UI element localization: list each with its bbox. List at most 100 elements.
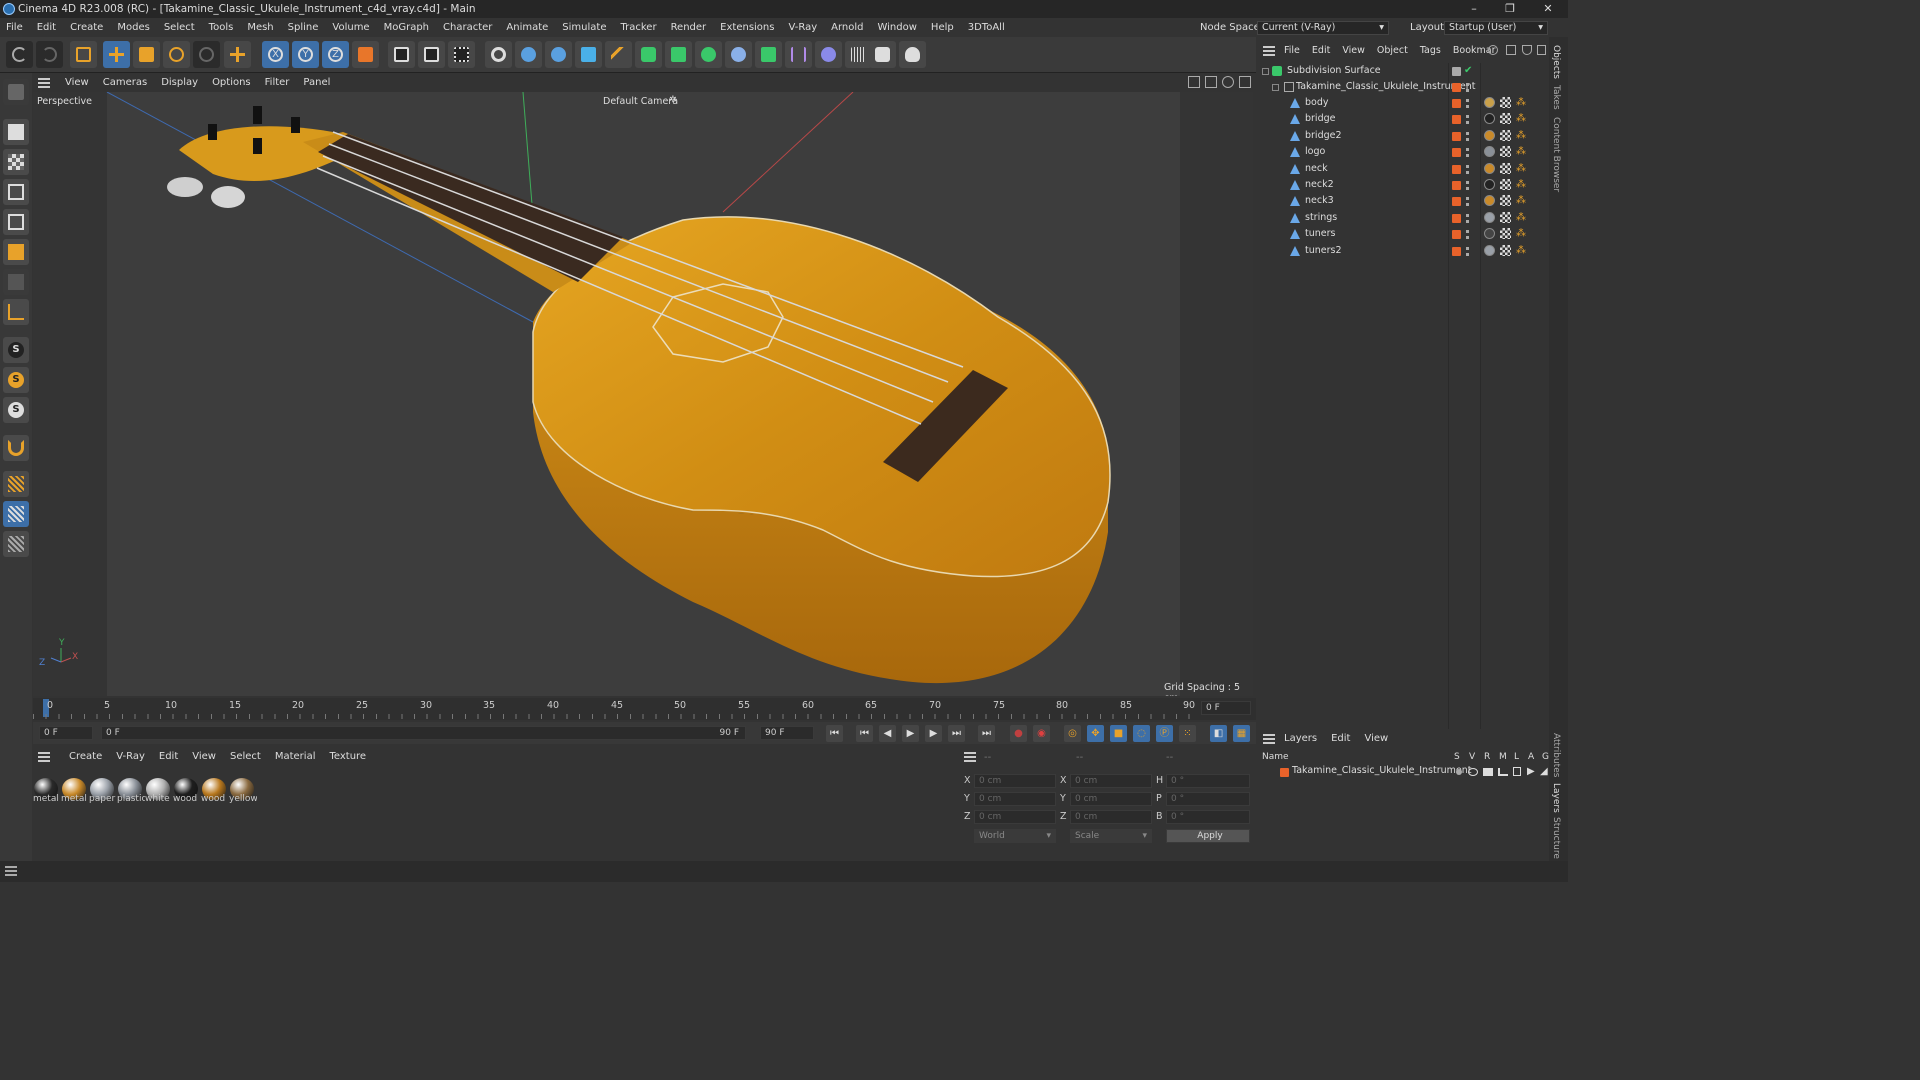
layer-menu-view[interactable]: View	[1364, 733, 1388, 744]
goto-end-button[interactable]: ⏭	[978, 725, 995, 742]
layer-color-icon[interactable]	[1452, 181, 1461, 190]
menu-mograph[interactable]: MoGraph	[384, 22, 429, 33]
phong-tag-icon[interactable]: ⁂	[1516, 179, 1527, 190]
material-tag-icon[interactable]	[1484, 179, 1495, 190]
scene-button[interactable]	[815, 41, 842, 68]
snap-button[interactable]: S	[3, 337, 29, 363]
next-frame-button[interactable]: ▶	[925, 725, 942, 742]
status-menu-icon[interactable]	[5, 866, 17, 876]
keyframe-selection-button[interactable]: ◎	[1064, 725, 1081, 742]
object-row-neck2[interactable]: neck2 ⁂	[1258, 177, 1548, 193]
visibility-dots-icon[interactable]	[1466, 130, 1469, 141]
undo-button[interactable]	[6, 41, 33, 68]
python-tag-button[interactable]	[545, 41, 572, 68]
floor-button[interactable]	[845, 41, 872, 68]
uvw-tag-icon[interactable]	[1500, 244, 1511, 256]
menu-edit[interactable]: Edit	[37, 22, 56, 33]
object-row-strings[interactable]: strings ⁂	[1258, 210, 1548, 226]
tab-content-browser[interactable]: Content Browser	[1551, 117, 1561, 192]
grid-button[interactable]	[3, 501, 29, 527]
phong-tag-icon[interactable]: ⁂	[1516, 245, 1527, 256]
uvw-tag-icon[interactable]	[1500, 97, 1511, 108]
tab-takes[interactable]: Takes	[1551, 85, 1561, 110]
menu-character[interactable]: Character	[443, 22, 492, 33]
light-button[interactable]	[899, 41, 926, 68]
visibility-dots-icon[interactable]	[1466, 180, 1469, 190]
pos-y-field[interactable]: 0 cm	[974, 792, 1056, 806]
menu-create[interactable]: Create	[70, 22, 103, 33]
menu-window[interactable]: Window	[877, 22, 916, 33]
object-row-bridge[interactable]: bridge ⁂	[1258, 111, 1548, 127]
python-generator-button[interactable]	[515, 41, 542, 68]
points-mode-button[interactable]	[3, 179, 29, 205]
layer-color-swatch[interactable]	[1280, 768, 1289, 777]
make-editable-button[interactable]	[3, 79, 29, 105]
record-button[interactable]: ●	[1010, 725, 1027, 742]
menu-render[interactable]: Render	[671, 22, 707, 33]
object-row-body[interactable]: body ⁂	[1258, 95, 1548, 111]
render-icon[interactable]	[1483, 768, 1493, 776]
visibility-dots-icon[interactable]	[1466, 147, 1469, 158]
menu-file[interactable]: File	[6, 22, 23, 33]
enabled-check-icon[interactable]: ✔	[1464, 63, 1472, 79]
locked-workplane-button[interactable]	[3, 531, 29, 557]
layout-dropdown[interactable]: Startup (User) ▾	[1444, 21, 1548, 35]
snap-settings-button[interactable]: S	[3, 367, 29, 393]
uv-mode-button[interactable]	[3, 269, 29, 295]
coordinate-system-button[interactable]	[352, 41, 379, 68]
visibility-dots-icon[interactable]	[1466, 114, 1469, 125]
material-swatch[interactable]: metal	[61, 778, 87, 808]
restore-button[interactable]: ❐	[1492, 0, 1528, 18]
tab-layers[interactable]: Layers	[1551, 783, 1561, 813]
menu-3dtoall[interactable]: 3DToAll	[968, 22, 1005, 33]
visibility-dots-icon[interactable]	[1466, 196, 1469, 207]
object-row-group[interactable]: Takamine_Classic_Ukulele_Instrument	[1258, 79, 1548, 95]
viewport-menu-view[interactable]: View	[65, 77, 89, 88]
menu-modes[interactable]: Modes	[117, 22, 149, 33]
viewport-maximize-icon[interactable]	[1239, 76, 1251, 88]
menu-extensions[interactable]: Extensions	[720, 22, 774, 33]
rot-b-field[interactable]: 0 °	[1166, 810, 1250, 824]
menu-vray[interactable]: V-Ray	[788, 22, 817, 33]
object-row-logo[interactable]: logo ⁂	[1258, 144, 1548, 160]
goto-start-button[interactable]: ⏮	[826, 725, 843, 742]
material-swatch[interactable]: plastic	[117, 778, 145, 808]
menu-volume[interactable]: Volume	[332, 22, 369, 33]
om-menu-tags[interactable]: Tags	[1420, 45, 1441, 56]
material-tag-icon[interactable]	[1484, 129, 1495, 141]
viewport-zoom-icon[interactable]	[1205, 76, 1217, 88]
viewport-move-icon[interactable]	[1188, 76, 1200, 88]
phong-tag-icon[interactable]: ⁂	[1516, 163, 1527, 174]
rot-p-field[interactable]: 0 °	[1166, 792, 1250, 806]
pen-spline-button[interactable]	[605, 41, 632, 68]
render-picture-viewer-button[interactable]	[418, 41, 445, 68]
y-axis-lock-button[interactable]: Y	[292, 41, 319, 68]
material-swatch[interactable]: paper	[89, 778, 115, 808]
om-menu-object[interactable]: Object	[1377, 45, 1408, 56]
collapse-icon[interactable]	[1272, 84, 1279, 91]
layer-color-icon[interactable]	[1452, 230, 1461, 240]
perspective-viewport[interactable]: Perspective Default Camera ✲ Grid Spacin…	[33, 92, 1253, 696]
viewport-menu-options[interactable]: Options	[212, 77, 251, 88]
material-swatch[interactable]: wood	[173, 778, 199, 808]
filter-icon[interactable]	[1522, 45, 1532, 55]
layer-color-icon[interactable]	[1452, 148, 1461, 158]
material-swatch[interactable]: wood	[201, 778, 227, 808]
axis-mode-button[interactable]	[3, 299, 29, 325]
home-icon[interactable]	[1506, 45, 1516, 55]
render-view-button[interactable]	[388, 41, 415, 68]
viewport-menu-filter[interactable]: Filter	[265, 77, 290, 88]
rotate-tool-button[interactable]	[163, 41, 190, 68]
menu-animate[interactable]: Animate	[506, 22, 548, 33]
vray-button[interactable]	[485, 41, 512, 68]
uvw-tag-icon[interactable]	[1500, 129, 1511, 141]
current-frame-field[interactable]: 0 F	[1201, 701, 1251, 715]
subdivision-button[interactable]	[635, 41, 662, 68]
object-row-tuners2[interactable]: tuners2 ⁂	[1258, 243, 1548, 259]
phong-tag-icon[interactable]: ⁂	[1516, 130, 1527, 141]
material-swatch[interactable]: white	[145, 778, 171, 808]
layer-color-icon[interactable]	[1452, 115, 1461, 125]
redo-button[interactable]	[36, 41, 63, 68]
om-menu-view[interactable]: View	[1342, 45, 1365, 56]
transform-tool-button[interactable]	[224, 41, 251, 68]
